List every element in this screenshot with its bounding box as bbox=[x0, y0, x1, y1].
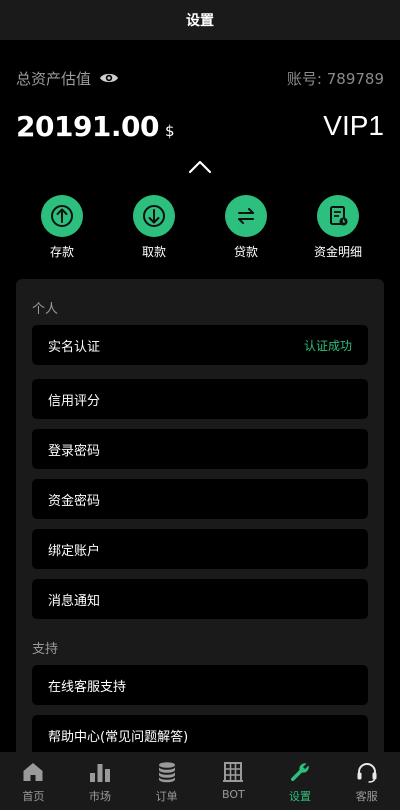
list-item-online-support[interactable]: 在线客服支持 bbox=[32, 665, 368, 705]
balance-row: 20191.00 $ VIP1 bbox=[16, 106, 384, 146]
section-title-personal: 个人 bbox=[32, 302, 59, 317]
loan-icon bbox=[238, 208, 254, 224]
withdraw-icon bbox=[143, 205, 165, 227]
item-label: 登录密码 bbox=[48, 443, 101, 459]
statement-button[interactable]: 资金明细 bbox=[298, 195, 378, 260]
deposit-button[interactable]: 存款 bbox=[22, 195, 102, 260]
loan-button[interactable]: 贷款 bbox=[206, 195, 286, 260]
market-icon bbox=[90, 764, 110, 782]
list-item-real-name-verification[interactable]: 实名认证 认证成功 bbox=[32, 325, 368, 365]
section-title-support: 支持 bbox=[32, 642, 59, 657]
item-label: 消息通知 bbox=[48, 593, 101, 609]
top-bar: 设置 bbox=[0, 0, 400, 40]
orders-icon bbox=[158, 762, 175, 783]
balance-currency: $ bbox=[165, 121, 175, 140]
balance: 20191.00 $ bbox=[16, 110, 175, 143]
tab-label: 首页 bbox=[22, 790, 45, 803]
item-label: 在线客服支持 bbox=[48, 679, 127, 695]
headset-icon bbox=[357, 763, 377, 783]
withdraw-button[interactable]: 取款 bbox=[114, 195, 194, 260]
tab-settings[interactable]: 设置 bbox=[267, 752, 334, 810]
eye-icon[interactable] bbox=[99, 71, 119, 85]
item-label: 实名认证 bbox=[48, 339, 101, 355]
quick-actions: 存款 取款 贷款 资金明细 bbox=[0, 195, 400, 261]
tab-home[interactable]: 首页 bbox=[0, 752, 67, 810]
loan-label: 贷款 bbox=[233, 245, 258, 259]
assets-header: 总资产估值 账号: 789789 bbox=[16, 66, 384, 90]
tab-label: 设置 bbox=[289, 790, 312, 803]
total-assets-label: 总资产估值 bbox=[16, 68, 119, 89]
chevron-up-icon[interactable] bbox=[188, 158, 212, 176]
settings-card: 个人 实名认证 认证成功 信用评分 登录密码 资金密码 绑定账户 消息通知 支持… bbox=[16, 279, 384, 759]
withdraw-label: 取款 bbox=[141, 245, 166, 259]
page-title: 设置 bbox=[186, 13, 214, 29]
tab-customer-service[interactable]: 客服 bbox=[333, 752, 400, 810]
bottom-tab-bar: 首页 市场 订单 BOT 设置 客服 bbox=[0, 752, 400, 810]
list-item-bind-account[interactable]: 绑定账户 bbox=[32, 529, 368, 569]
deposit-icon bbox=[51, 205, 73, 227]
item-label: 绑定账户 bbox=[48, 543, 101, 559]
list-item-notifications[interactable]: 消息通知 bbox=[32, 579, 368, 619]
statement-label: 资金明细 bbox=[313, 245, 362, 259]
list-item-fund-password[interactable]: 资金密码 bbox=[32, 479, 368, 519]
deposit-label: 存款 bbox=[49, 245, 74, 259]
item-label: 帮助中心(常见问题解答) bbox=[48, 729, 189, 745]
bot-icon bbox=[223, 762, 244, 782]
tab-label: 客服 bbox=[355, 790, 378, 803]
tab-label: 市场 bbox=[89, 790, 111, 803]
tab-bot[interactable]: BOT bbox=[200, 752, 267, 810]
item-label: 资金密码 bbox=[48, 493, 101, 509]
tab-label: 订单 bbox=[155, 790, 178, 803]
account-number: 账号: 789789 bbox=[286, 69, 384, 88]
vip-level: VIP1 bbox=[323, 110, 384, 141]
total-assets-text: 总资产估值 bbox=[16, 69, 92, 88]
tab-label: BOT bbox=[221, 788, 245, 801]
list-item-login-password[interactable]: 登录密码 bbox=[32, 429, 368, 469]
item-label: 信用评分 bbox=[48, 393, 101, 409]
tab-orders[interactable]: 订单 bbox=[133, 752, 200, 810]
tab-market[interactable]: 市场 bbox=[67, 752, 134, 810]
statement-icon bbox=[330, 206, 348, 226]
list-item-credit-score[interactable]: 信用评分 bbox=[32, 379, 368, 419]
list-item-help-center[interactable]: 帮助中心(常见问题解答) bbox=[32, 715, 368, 755]
balance-amount: 20191.00 bbox=[16, 109, 160, 143]
home-icon bbox=[23, 763, 43, 781]
verification-status: 认证成功 bbox=[303, 338, 352, 353]
settings-wrench-icon bbox=[290, 763, 309, 782]
